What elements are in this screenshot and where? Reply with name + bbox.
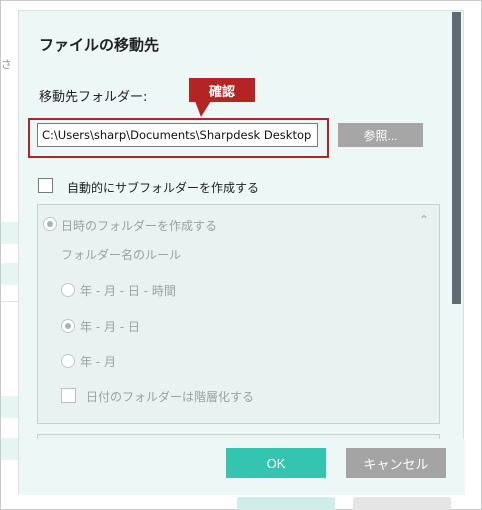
move-destination-dialog: ファイルの移動先 移動先フォルダー: 確認 参照... 自動的にサブフォルダーを… bbox=[18, 10, 465, 495]
background-buttons bbox=[19, 495, 482, 510]
background-text: さ bbox=[1, 58, 12, 71]
chevron-up-icon[interactable]: ⌃ bbox=[419, 213, 429, 227]
dialog-title: ファイルの移動先 bbox=[39, 36, 160, 54]
background-cancel-button bbox=[353, 497, 451, 510]
background-row bbox=[1, 263, 19, 285]
confirm-callout: 確認 bbox=[189, 78, 255, 102]
destination-path-input[interactable] bbox=[37, 123, 318, 147]
cancel-button[interactable]: キャンセル bbox=[346, 448, 446, 478]
rule-radio-ymdh[interactable] bbox=[61, 283, 75, 297]
background-ok-button bbox=[237, 497, 335, 510]
ok-button[interactable]: OK bbox=[226, 448, 326, 478]
destination-folder-label: 移動先フォルダー: bbox=[39, 90, 148, 105]
browse-button[interactable]: 参照... bbox=[338, 123, 423, 147]
rule-label-ymd: 年 - 月 - 日 bbox=[80, 320, 140, 334]
callout-tail bbox=[195, 101, 211, 117]
background-divider bbox=[1, 301, 19, 302]
hierarchy-label: 日付のフォルダーは階層化する bbox=[86, 390, 255, 404]
auto-subfolder-checkbox[interactable] bbox=[38, 178, 53, 193]
rule-radio-ymd[interactable] bbox=[61, 319, 75, 333]
rule-label-ymdh: 年 - 月 - 日 - 時間 bbox=[80, 284, 176, 298]
rule-radio-ym[interactable] bbox=[61, 354, 75, 368]
hierarchy-checkbox[interactable] bbox=[61, 388, 76, 403]
rule-label-ym: 年 - 月 bbox=[80, 355, 116, 369]
background-list: さ bbox=[1, 1, 19, 510]
auto-subfolder-label: 自動的にサブフォルダーを作成する bbox=[67, 181, 260, 195]
background-row bbox=[1, 396, 19, 418]
date-folder-label: 日時のフォルダーを作成する bbox=[61, 219, 218, 233]
date-folder-radio[interactable] bbox=[43, 217, 57, 231]
folder-name-rule-label: フォルダー名のルール bbox=[61, 248, 182, 262]
background-row bbox=[1, 222, 19, 244]
scrollbar[interactable] bbox=[452, 12, 461, 304]
background-row bbox=[1, 438, 19, 460]
